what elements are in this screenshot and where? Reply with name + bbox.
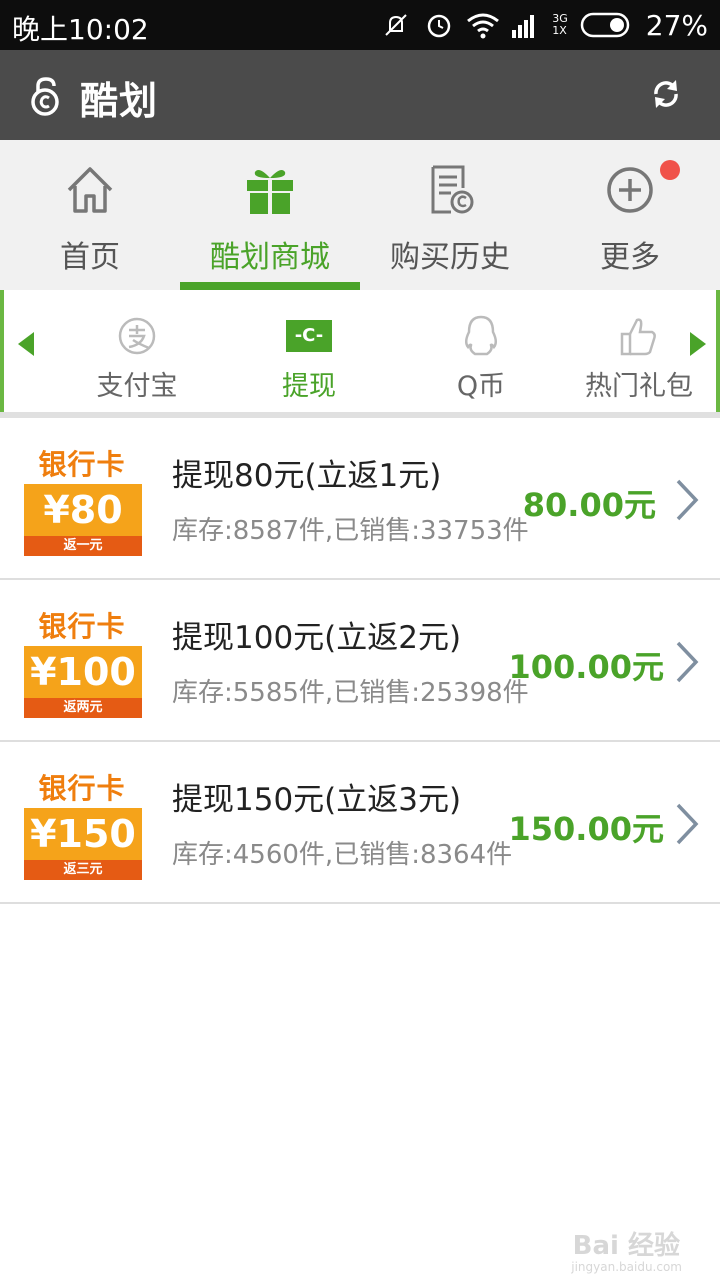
- signal-icon: [512, 15, 535, 38]
- gift-icon: [247, 170, 293, 214]
- card-value: ¥150: [24, 808, 142, 860]
- bank-card-image: 银行卡 ¥80 返一元: [22, 448, 142, 556]
- card-value: ¥80: [24, 484, 142, 536]
- tab-home[interactable]: 首页: [0, 140, 180, 290]
- subtab-cash-label: 提现: [282, 371, 336, 402]
- scroll-right-icon[interactable]: [688, 330, 708, 358]
- product-list: 银行卡 ¥80 返一元 提现80元(立返1元) 库存:8587件,已销售:337…: [0, 418, 720, 904]
- subtab-cash[interactable]: -C- 提现: [224, 290, 394, 412]
- thumbs-up-icon: [620, 318, 656, 356]
- status-time: 晚上10:02: [12, 13, 149, 46]
- refresh-icon[interactable]: [648, 76, 684, 112]
- card-value: ¥100: [24, 646, 142, 698]
- card-head: 银行卡: [38, 448, 126, 481]
- cash-icon-text: -C-: [294, 325, 324, 346]
- product-title: 提现150元(立返3元): [172, 782, 462, 818]
- product-price: 80.00元: [522, 486, 656, 524]
- subtab-qcoin[interactable]: Q币: [396, 290, 566, 412]
- product-row[interactable]: 银行卡 ¥150 返三元 提现150元(立返3元) 库存:4560件,已销售:8…: [0, 742, 720, 904]
- product-row[interactable]: 银行卡 ¥80 返一元 提现80元(立返1元) 库存:8587件,已销售:337…: [0, 418, 720, 580]
- subtab-alipay[interactable]: 支付宝: [52, 290, 222, 412]
- network-sub-label: 1X: [552, 24, 567, 37]
- product-row[interactable]: 银行卡 ¥100 返两元 提现100元(立返2元) 库存:5585件,已销售:2…: [0, 580, 720, 742]
- product-stock: 库存:5585件,已销售:25398件: [172, 678, 529, 708]
- chevron-right-icon: [676, 641, 699, 683]
- subtab-hot-gifts-label: 热门礼包: [585, 371, 693, 402]
- status-icons: 3G 1X 27%: [380, 8, 708, 42]
- network-type: 3G 1X: [552, 13, 568, 37]
- lock-logo-icon: [31, 77, 59, 116]
- bank-card-image: 银行卡 ¥100 返两元: [22, 610, 142, 718]
- product-price: 100.00元: [508, 648, 665, 686]
- watermark: Bai 经验: [572, 1231, 680, 1261]
- subtab-qcoin-label: Q币: [456, 371, 506, 402]
- product-title: 提现80元(立返1元): [172, 458, 442, 494]
- tab-more-label: 更多: [600, 240, 660, 275]
- plus-circle-icon: [607, 167, 653, 213]
- notification-badge: [660, 160, 680, 180]
- bank-card-image: 银行卡 ¥150 返三元: [22, 772, 142, 880]
- chevron-right-icon: [676, 803, 699, 845]
- home-icon: [67, 167, 113, 213]
- active-tab-indicator: [180, 282, 360, 290]
- cash-icon: -C-: [286, 320, 332, 352]
- subtab-alipay-label: 支付宝: [96, 371, 178, 402]
- product-title: 提现100元(立返2元): [172, 620, 462, 656]
- alarm-icon: [427, 14, 451, 38]
- tab-mall-label: 酷划商城: [210, 240, 330, 275]
- tab-history-label: 购买历史: [390, 240, 510, 275]
- sub-nav: 支付宝 -C- 提现 Q币 热门礼包: [0, 290, 720, 412]
- tab-home-label: 首页: [60, 240, 120, 275]
- product-price: 150.00元: [508, 810, 665, 848]
- battery-percent: 27%: [645, 8, 708, 42]
- app-title: 酷划: [80, 79, 159, 123]
- card-note: 返一元: [24, 536, 142, 556]
- mute-icon: [385, 14, 407, 36]
- chevron-right-icon: [676, 479, 699, 521]
- scroll-left-icon[interactable]: [16, 330, 36, 358]
- tab-history[interactable]: 购买历史: [360, 140, 540, 290]
- tab-mall[interactable]: 酷划商城: [180, 140, 360, 290]
- product-stock: 库存:4560件,已销售:8364件: [172, 840, 513, 870]
- qq-icon: [465, 315, 497, 356]
- product-stock: 库存:8587件,已销售:33753件: [172, 516, 529, 546]
- status-bar: 晚上10:02 3G 1X 27%: [0, 0, 720, 50]
- wifi-icon: [467, 13, 500, 39]
- receipt-icon: [431, 165, 474, 214]
- watermark-url: jingyan.baidu.com: [571, 1260, 682, 1274]
- battery-icon: [580, 12, 630, 38]
- main-nav: 首页 酷划商城 购买历史 更多: [0, 140, 720, 290]
- card-head: 银行卡: [38, 772, 126, 805]
- alipay-icon: [118, 317, 156, 355]
- app-bar: 酷划: [0, 50, 720, 140]
- tab-more[interactable]: 更多: [540, 140, 720, 290]
- card-head: 银行卡: [38, 610, 126, 643]
- card-note: 返三元: [24, 860, 142, 880]
- card-note: 返两元: [24, 698, 142, 718]
